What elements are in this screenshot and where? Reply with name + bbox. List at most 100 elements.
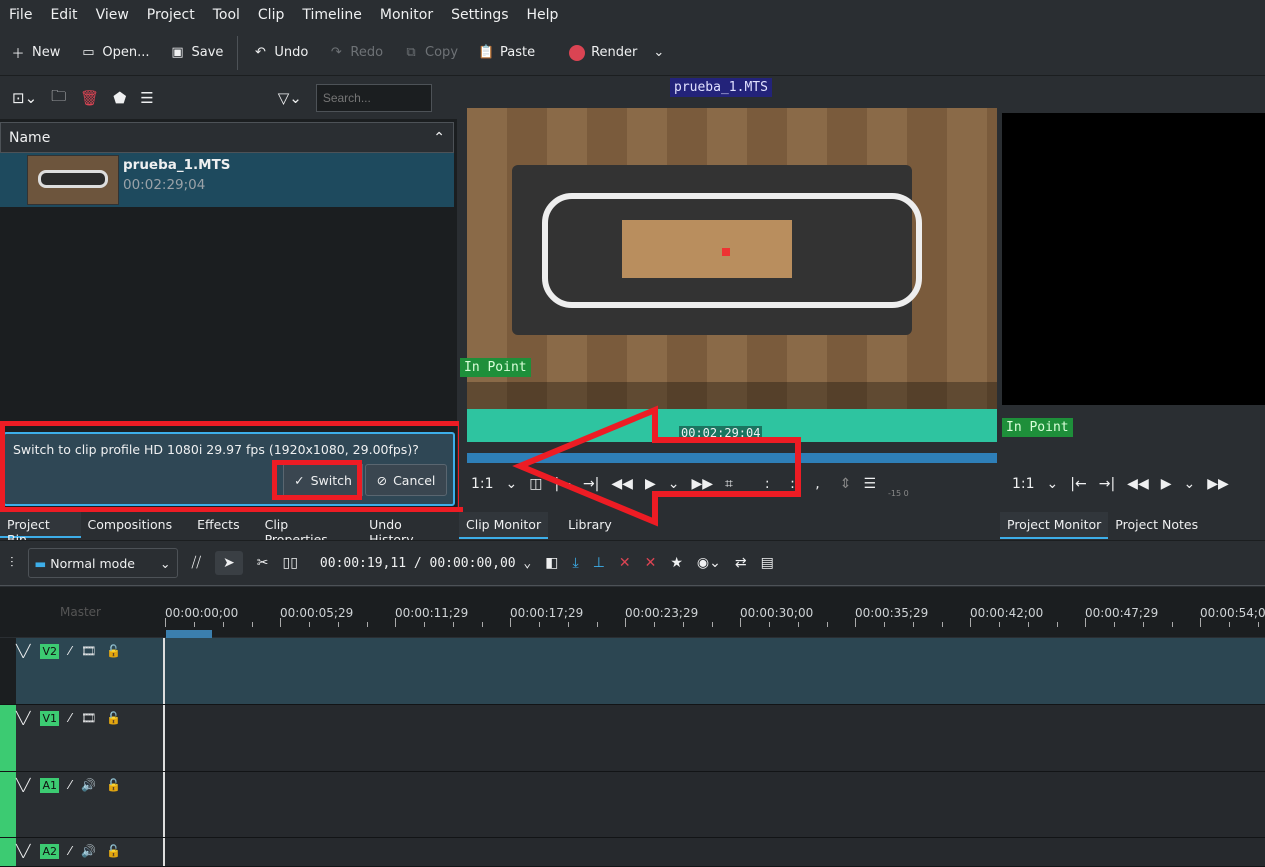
ruler-tick [1200,618,1201,627]
ruler-tick [510,618,511,627]
track-name[interactable]: A1 [40,778,59,793]
track-active-indicator[interactable] [0,638,16,704]
insert-icon[interactable]: ⤓ [572,555,578,571]
ruler-tick [482,622,483,627]
collapse-icon[interactable]: ╲╱ [16,844,30,858]
project-video-frame[interactable] [1002,113,1265,405]
ruler-label: 00:00:35;29 [855,606,929,620]
rewind-icon[interactable]: ◀◀ [1127,476,1149,492]
project-monitor-tabs: Project Monitor Project Notes [1000,512,1205,539]
ruler-tick [568,622,569,627]
forward-icon[interactable]: ▶▶ [1207,476,1229,492]
ruler-label: 00:00:17;29 [510,606,584,620]
in-point-label: In Point [1002,418,1073,437]
extract-icon[interactable]: ✕ [645,555,657,571]
red-arrow-shape [512,405,801,527]
slip-tool-icon[interactable]: ▯▯ [283,555,298,571]
timeline-position[interactable]: 00:00:19,11 / 00:00:00,00 ⌄ [320,556,531,571]
film-icon[interactable]: 🎞 [81,711,96,725]
ruler-tick [223,622,224,627]
lock-icon[interactable]: 🔓 [106,844,121,858]
razor-tool-icon[interactable]: ✂ [257,555,269,571]
lock-icon[interactable]: 🔓 [106,778,121,792]
timeline-track[interactable]: ╲╱ V2 ⁄ 🎞 🔓 [0,638,1265,705]
ruler-tick [942,622,943,627]
collapse-icon[interactable]: ╲╱ [16,644,30,658]
tab-project-notes[interactable]: Project Notes [1108,512,1205,539]
subtitle-icon[interactable]: ▤ [761,555,774,571]
ruler-label: 00:00:47;29 [1085,606,1159,620]
ruler-tick [194,622,195,627]
track-active-indicator[interactable] [0,838,16,866]
ruler-tick [1143,622,1144,627]
track-name[interactable]: V2 [40,644,59,659]
set-in-icon[interactable]: |← [1070,476,1086,492]
ruler-tick [1172,622,1173,627]
set-out-icon[interactable]: →| [1099,476,1115,492]
ruler-tick [597,622,598,627]
effects-icon[interactable]: ⁄ [69,644,71,658]
ruler-tick [999,622,1000,627]
ruler-label: 00:00:11;29 [395,606,469,620]
ruler-tick [453,622,454,627]
timeline-track[interactable]: ╲╱ A1 ⁄ 🔊 🔓 [0,772,1265,838]
ruler-tick [338,622,339,627]
ruler-tick [165,618,166,627]
project-monitor-controls: 1:1 ⌄ |← →| ◀◀ ▶ ⌄ ▶▶ [1012,469,1229,499]
track-name[interactable]: V1 [40,711,59,726]
composite-icon[interactable]: ◧ [545,555,558,571]
timeline-track[interactable]: ╲╱ V1 ⁄ 🎞 🔓 [0,705,1265,772]
chevron-down-icon[interactable]: ⌄ [1184,476,1196,492]
ruler-tick [625,618,626,627]
mixer-icon[interactable]: ⇄ [735,555,747,571]
overwrite-icon[interactable]: ⊥ [593,555,605,571]
ruler-tick [252,622,253,627]
record-icon[interactable]: ◉⌄ [697,555,721,571]
ruler-tick [424,622,425,627]
ruler-tick [309,622,310,627]
ruler-tick [827,622,828,627]
ruler-tick [970,618,971,627]
zone-bar[interactable] [166,630,212,638]
ruler-tick [280,618,281,627]
effects-icon[interactable]: ⁄ [69,711,71,725]
ruler-tick [913,622,914,627]
ruler-label: 00:00:30;00 [740,606,814,620]
lock-icon[interactable]: 🔓 [106,644,121,658]
ruler-label: 00:00:05;29 [280,606,354,620]
lift-icon[interactable]: ✕ [619,555,631,571]
speaker-icon[interactable]: 🔊 [81,844,96,858]
ruler-label: 00:00:42;00 [970,606,1044,620]
tab-project-monitor[interactable]: Project Monitor [1000,512,1109,539]
timeline-track[interactable]: ╲╱ A2 ⁄ 🔊 🔓 [0,838,1265,867]
favorite-star-icon[interactable]: ★ [670,555,683,571]
ruler-tick [395,618,396,627]
ruler-tick [769,622,770,627]
ruler-label: 00:00:54;0 [1200,606,1265,620]
lock-icon[interactable]: 🔓 [106,711,121,725]
track-active-indicator[interactable] [0,705,16,771]
collapse-icon[interactable]: ╲╱ [16,778,30,792]
track-name[interactable]: A2 [40,844,59,859]
ruler-tick [884,622,885,627]
speaker-icon[interactable]: 🔊 [81,778,96,792]
ruler-tick [683,622,684,627]
ruler-tick [1114,622,1115,627]
select-tool-icon[interactable]: ➤ [215,551,243,575]
track-active-indicator[interactable] [0,772,16,837]
master-label: Master [60,605,101,619]
track-settings-icon[interactable]: ⫶ [10,555,14,571]
chevron-down-icon[interactable]: ⌄ [1047,476,1059,492]
play-icon[interactable]: ▶ [1161,476,1172,492]
ruler-tick [539,622,540,627]
edit-mode-select[interactable]: ▬ Normal mode ⌄ [27,548,178,578]
spacer-tool-icon[interactable]: ⧸⧸ [192,555,202,571]
collapse-icon[interactable]: ╲╱ [16,711,30,725]
zoom-select[interactable]: 1:1 [1012,476,1035,492]
effects-icon[interactable]: ⁄ [69,844,71,858]
effects-icon[interactable]: ⁄ [69,778,71,792]
film-icon[interactable]: 🎞 [81,644,96,658]
timeline-ruler[interactable]: 00:00:00;00 00:00:05;29 00:00:11;29 00:00:1… [165,600,1265,630]
ruler-tick [855,618,856,627]
ruler-tick [1028,622,1029,627]
